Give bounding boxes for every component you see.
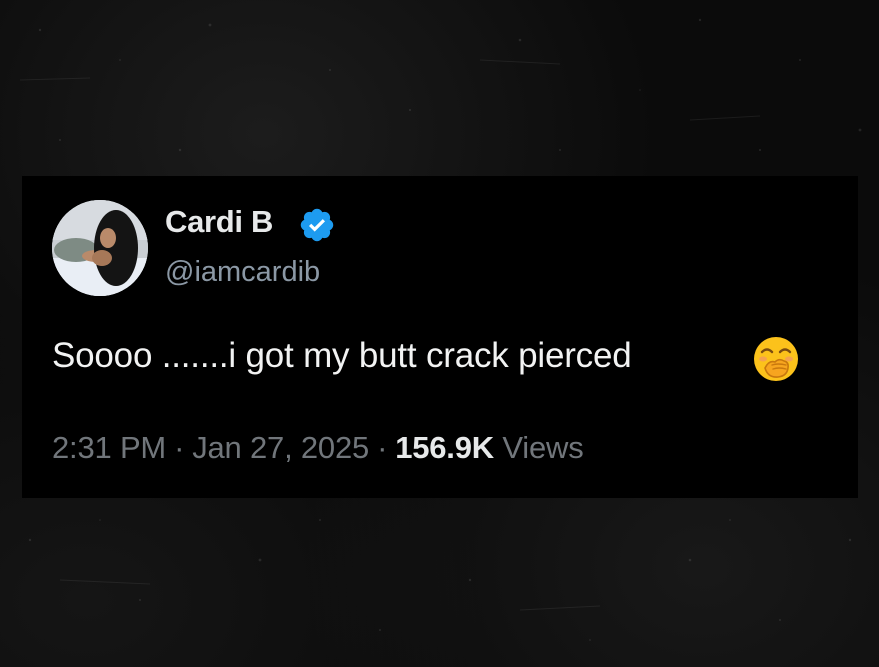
separator: · (174, 430, 185, 465)
tweet-metadata: 2:31 PM · Jan 27, 2025 · 156.9K Views (52, 430, 584, 466)
views-count[interactable]: 156.9K (395, 430, 494, 465)
user-handle[interactable]: @iamcardib (165, 256, 320, 289)
verified-badge-icon (300, 208, 334, 242)
display-name[interactable]: Cardi B (165, 204, 273, 240)
face-with-hand-over-mouth-icon (754, 337, 798, 381)
views-label: Views (502, 430, 584, 465)
avatar[interactable] (52, 200, 148, 296)
tweet-card: Cardi B @iamcardib Soooo .......i got my… (22, 176, 858, 498)
tweet-text: Soooo .......i got my butt crack pierced (52, 336, 632, 375)
separator: · (377, 430, 388, 465)
tweet-date[interactable]: Jan 27, 2025 (192, 430, 369, 465)
tweet-time[interactable]: 2:31 PM (52, 430, 166, 465)
